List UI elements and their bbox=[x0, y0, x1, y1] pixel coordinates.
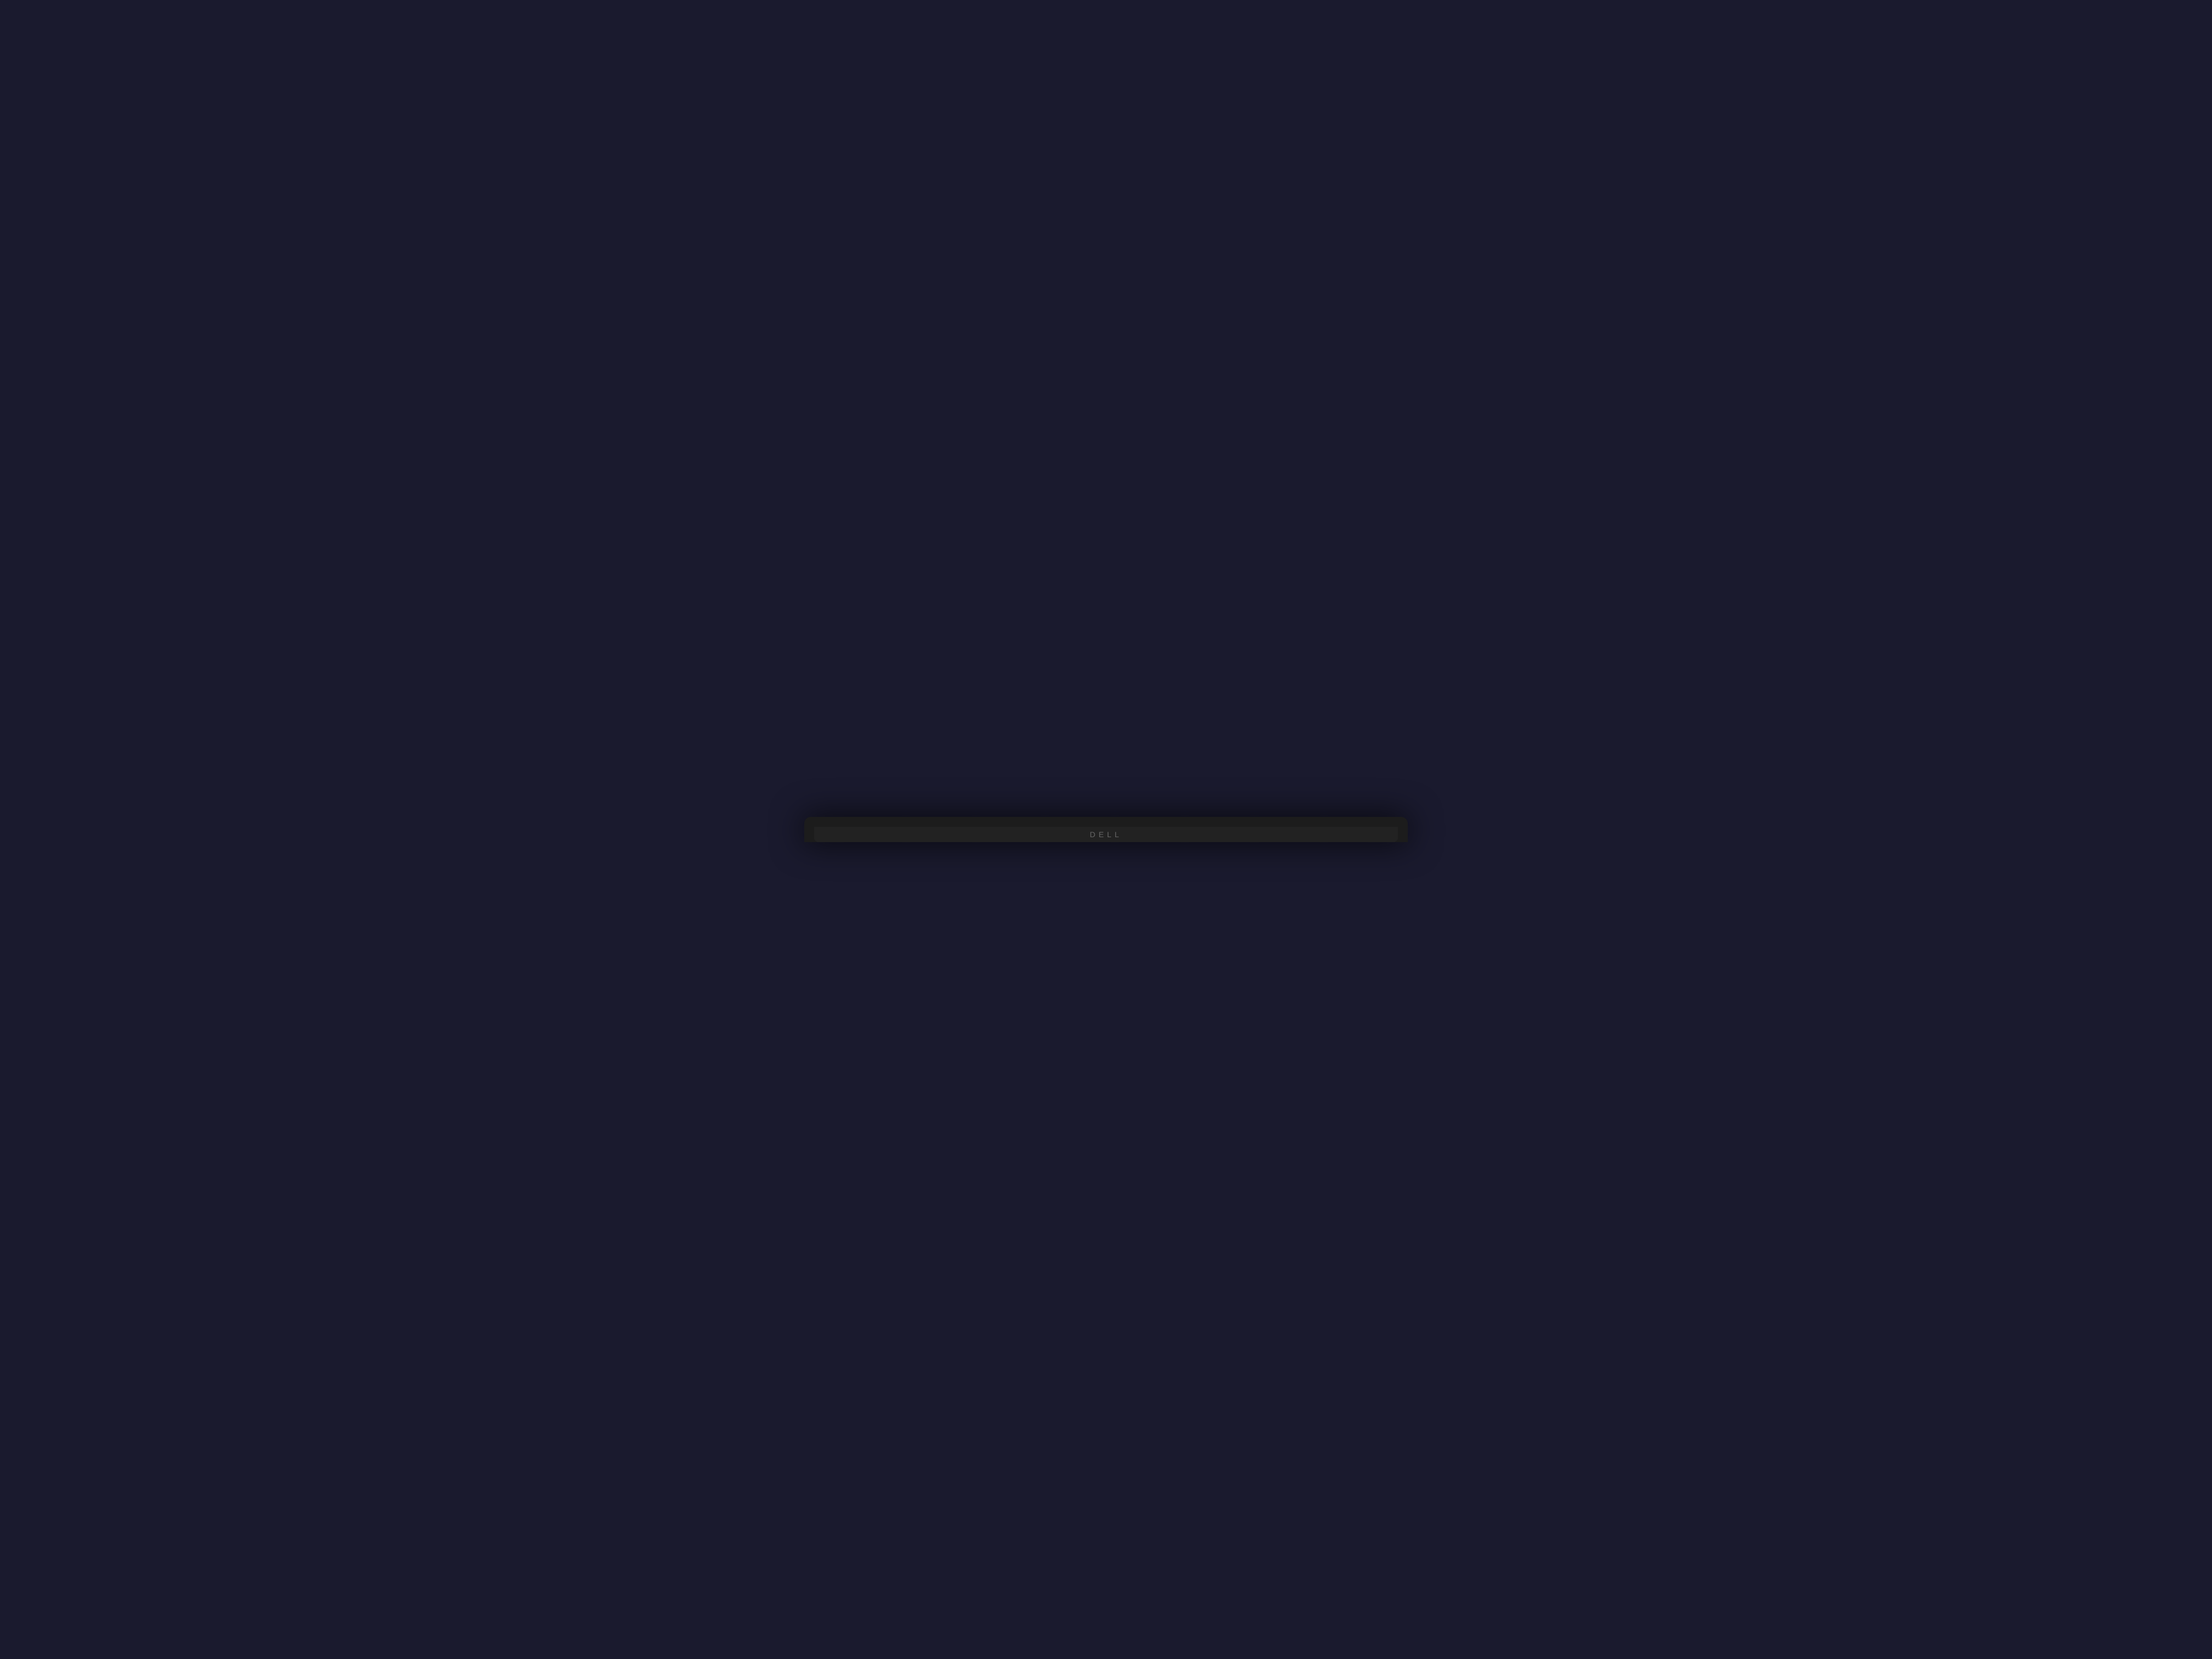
dell-logo: DELL bbox=[1090, 830, 1122, 839]
laptop-frame: Zarządzanie komputerem Akcja Widok Pomoc… bbox=[804, 817, 1408, 842]
